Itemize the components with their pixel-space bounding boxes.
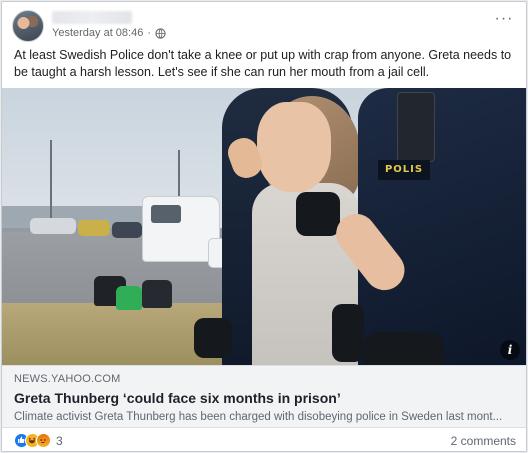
- facebook-post: Yesterday at 08:46 · ··· At least Swedis…: [1, 1, 527, 452]
- link-description: Climate activist Greta Thunberg has been…: [14, 411, 503, 423]
- post-meta: Yesterday at 08:46 ·: [52, 27, 166, 39]
- polis-patch: POLIS: [378, 160, 430, 180]
- info-icon[interactable]: i: [500, 340, 520, 360]
- author-avatar[interactable]: [12, 10, 44, 42]
- post-body-text: At least Swedish Police don't take a kne…: [14, 48, 512, 79]
- link-preview-meta: NEWS.YAHOO.COM Greta Thunberg ‘could fac…: [2, 365, 526, 428]
- comments-count-link[interactable]: 2 comments: [451, 434, 516, 448]
- globe-icon: [155, 27, 166, 39]
- post-timestamp[interactable]: Yesterday at 08:46: [52, 27, 143, 39]
- link-domain: NEWS.YAHOO.COM: [14, 373, 121, 385]
- post-header: Yesterday at 08:46 · ···: [12, 10, 518, 42]
- more-options-button[interactable]: ···: [492, 11, 516, 30]
- link-preview-image: POLIS i: [2, 88, 526, 365]
- post-footer: 3 2 comments: [14, 433, 516, 451]
- reaction-count: 3: [56, 433, 63, 448]
- link-title[interactable]: Greta Thunberg ‘could face six months in…: [14, 389, 514, 407]
- reactions-summary[interactable]: 3: [14, 433, 63, 448]
- angry-icon: [36, 433, 51, 448]
- author-name-redacted[interactable]: [52, 11, 132, 24]
- link-preview-card[interactable]: POLIS i NEWS.YAHOO.COM Greta Thunberg ‘c…: [2, 88, 526, 428]
